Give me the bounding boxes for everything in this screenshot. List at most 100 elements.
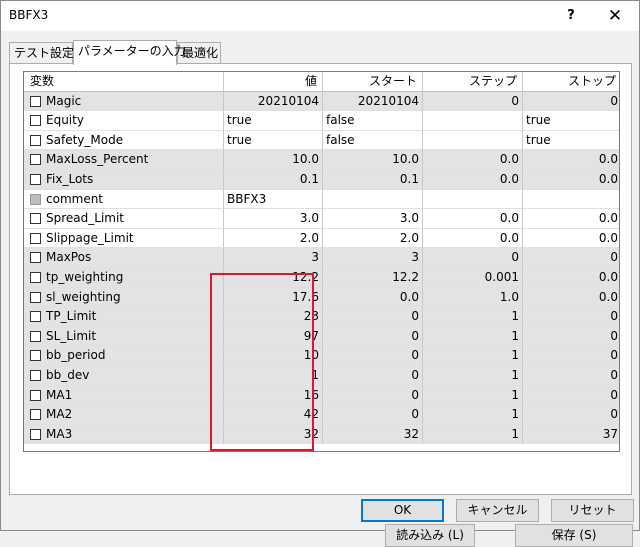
param-stop-cell[interactable]: 0 [523,248,619,268]
header-step[interactable]: ステップ [423,72,523,92]
help-button[interactable]: ? [549,1,593,31]
param-step-cell[interactable]: 1 [423,307,523,327]
param-start-cell[interactable]: 0 [323,405,423,425]
param-step-cell[interactable]: 1 [423,385,523,406]
param-value-cell[interactable]: 1 [224,366,323,386]
param-value-cell[interactable]: BBFX3 [224,189,323,210]
param-step-cell[interactable]: 0.001 [423,268,523,288]
optimize-checkbox[interactable] [30,232,41,244]
optimize-checkbox[interactable] [30,389,41,401]
param-value-cell[interactable]: 10.0 [224,150,323,170]
param-start-cell[interactable]: 10.0 [323,150,423,170]
save-button[interactable]: 保存 (S) [515,524,633,547]
grid-row-bb_dev[interactable]: bb_dev 1 0 1 0 [24,366,619,386]
param-start-cell[interactable]: 0 [323,346,423,366]
param-start-cell[interactable]: 32 [323,424,423,445]
header-variable[interactable]: 変数 [24,72,224,92]
close-icon[interactable]: ✕ [593,1,637,31]
param-stop-cell[interactable]: 0 [523,92,619,112]
optimize-checkbox[interactable] [30,409,41,421]
param-stop-cell[interactable]: 0.0 [523,229,619,249]
grid-row-sl_weighting[interactable]: sl_weighting 17.6 0.0 1.0 0.0 [24,287,619,308]
param-start-cell[interactable]: 0 [323,307,423,327]
param-stop-cell[interactable] [523,190,619,210]
param-start-cell[interactable]: 20210104 [323,91,423,112]
header-start[interactable]: スタート [323,72,423,92]
param-start-cell[interactable]: 0.1 [323,170,423,190]
optimize-checkbox[interactable] [30,272,41,283]
param-value-cell[interactable]: 42 [224,405,323,425]
param-value-cell[interactable]: true [224,130,323,151]
param-stop-cell[interactable]: 0 [523,386,619,406]
param-value-cell[interactable]: 12.2 [224,268,323,288]
param-start-cell[interactable]: false [323,111,423,131]
param-stop-cell[interactable]: 0 [523,346,619,366]
optimize-checkbox[interactable] [30,213,41,225]
param-stop-cell[interactable]: 0.0 [523,288,619,308]
param-start-cell[interactable]: false [323,130,423,151]
param-stop-cell[interactable]: 37 [523,425,619,445]
param-start-cell[interactable] [323,189,423,210]
optimize-checkbox[interactable] [30,252,41,264]
param-value-cell[interactable]: 32 [224,424,323,445]
grid-row-fix_lots[interactable]: Fix_Lots 0.1 0.1 0.0 0.0 [24,170,619,190]
ok-button[interactable]: OK [361,499,444,522]
grid-row-magic[interactable]: Magic 20210104 20210104 0 0 [24,91,619,112]
param-step-cell[interactable]: 0.0 [423,150,523,170]
optimize-checkbox[interactable] [30,311,41,323]
param-step-cell[interactable]: 1 [423,326,523,347]
param-step-cell[interactable] [423,111,523,131]
param-stop-cell[interactable]: 0 [523,366,619,386]
load-button[interactable]: 読み込み (L) [385,524,475,547]
param-step-cell[interactable]: 0 [423,248,523,268]
grid-row-equity[interactable]: Equity true false true [24,111,619,131]
param-start-cell[interactable]: 12.2 [323,268,423,288]
optimize-checkbox[interactable] [30,370,41,381]
param-value-cell[interactable]: 3.0 [224,209,323,229]
param-stop-cell[interactable]: 0.0 [523,150,619,170]
param-step-cell[interactable]: 1.0 [423,287,523,308]
param-stop-cell[interactable]: 0 [523,307,619,327]
param-value-cell[interactable]: 10 [224,346,323,366]
optimize-checkbox[interactable] [30,291,41,303]
param-stop-cell[interactable]: 0 [523,405,619,425]
param-stop-cell[interactable]: 0.0 [523,209,619,229]
grid-row-maxpos[interactable]: MaxPos 3 3 0 0 [24,248,619,268]
grid-row-ma3[interactable]: MA3 32 32 1 37 [24,424,619,445]
param-step-cell[interactable]: 0.0 [423,228,523,249]
optimize-checkbox[interactable] [30,154,41,166]
grid-row-comment[interactable]: comment BBFX3 [24,189,619,210]
tab-input-parameters[interactable]: パラメーターの入力 [73,40,186,65]
reset-button[interactable]: リセット [551,499,634,522]
header-value[interactable]: 値 [224,72,323,92]
param-value-cell[interactable]: true [224,111,323,131]
param-value-cell[interactable]: 23 [224,307,323,327]
grid-row-slippage_limit[interactable]: Slippage_Limit 2.0 2.0 0.0 0.0 [24,228,619,249]
param-stop-cell[interactable]: 0.0 [523,170,619,190]
grid-row-tp_limit[interactable]: TP_Limit 23 0 1 0 [24,307,619,327]
optimize-checkbox[interactable] [30,428,41,440]
cancel-button[interactable]: キャンセル [456,499,539,522]
tab-test-settings[interactable]: テスト設定 [9,42,74,64]
param-step-cell[interactable]: 1 [423,424,523,445]
grid-row-ma2[interactable]: MA2 42 0 1 0 [24,405,619,425]
grid-row-sl_limit[interactable]: SL_Limit 97 0 1 0 [24,326,619,347]
header-stop[interactable]: ストップ [523,72,619,92]
grid-row-ma1[interactable]: MA1 16 0 1 0 [24,385,619,406]
optimize-checkbox[interactable] [30,95,41,107]
param-value-cell[interactable]: 2.0 [224,228,323,249]
param-value-cell[interactable]: 17.6 [224,287,323,308]
param-start-cell[interactable]: 0 [323,366,423,386]
optimize-checkbox[interactable] [30,134,41,146]
param-start-cell[interactable]: 3 [323,248,423,268]
param-start-cell[interactable]: 2.0 [323,228,423,249]
param-step-cell[interactable]: 1 [423,405,523,425]
param-step-cell[interactable]: 0.0 [423,209,523,229]
param-step-cell[interactable]: 0 [423,91,523,112]
param-value-cell[interactable]: 3 [224,248,323,268]
param-value-cell[interactable]: 97 [224,326,323,347]
param-start-cell[interactable]: 0.0 [323,287,423,308]
optimize-checkbox[interactable] [30,330,41,342]
param-stop-cell[interactable]: 0.0 [523,268,619,288]
param-value-cell[interactable]: 16 [224,385,323,406]
